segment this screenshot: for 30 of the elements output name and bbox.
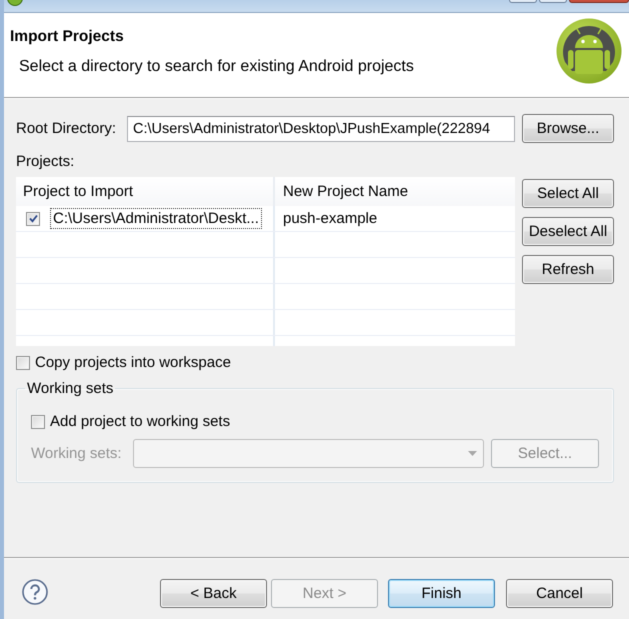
page-title: Import Projects — [10, 28, 124, 45]
root-directory-field[interactable]: C:\Users\Administrator\Desktop\JPushExample(222894 — [127, 116, 515, 142]
app-icon — [6, 0, 24, 6]
add-to-working-sets-label: Add project to working sets — [50, 413, 230, 430]
deselect-all-button[interactable]: Deselect All — [522, 217, 614, 246]
minimize-button[interactable] — [509, 0, 537, 3]
help-icon[interactable] — [22, 579, 48, 605]
checkbox[interactable] — [26, 212, 40, 226]
robot-logo-icon — [556, 18, 622, 84]
working-sets-label: Working sets: — [31, 445, 123, 462]
checkbox[interactable] — [31, 414, 45, 428]
back-button[interactable]: < Back — [160, 579, 267, 608]
browse-button[interactable]: Browse... — [522, 114, 614, 143]
page-description: Select a directory to search for existing Android projects — [19, 58, 414, 76]
projects-label: Projects: — [16, 153, 74, 170]
table-cell[interactable]: push-example — [283, 210, 378, 227]
close-button[interactable] — [569, 0, 629, 3]
column-header[interactable]: Project to Import — [16, 177, 275, 206]
column-header[interactable]: New Project Name — [275, 177, 515, 206]
refresh-button[interactable]: Refresh — [522, 255, 614, 284]
table-cell[interactable]: C:\Users\Administrator\Deskt... — [50, 208, 262, 229]
select-all-button[interactable]: Select All — [522, 179, 614, 208]
caret-icon — [468, 451, 477, 456]
copy-projects-label: Copy projects into workspace — [35, 354, 231, 371]
group-title: Working sets — [26, 380, 114, 397]
checkbox[interactable] — [16, 356, 30, 370]
maximize-button[interactable] — [539, 0, 567, 3]
root-directory-label: Root Directory: — [16, 120, 118, 137]
cancel-button[interactable]: Cancel — [506, 579, 613, 608]
finish-button[interactable]: Finish — [388, 579, 495, 608]
